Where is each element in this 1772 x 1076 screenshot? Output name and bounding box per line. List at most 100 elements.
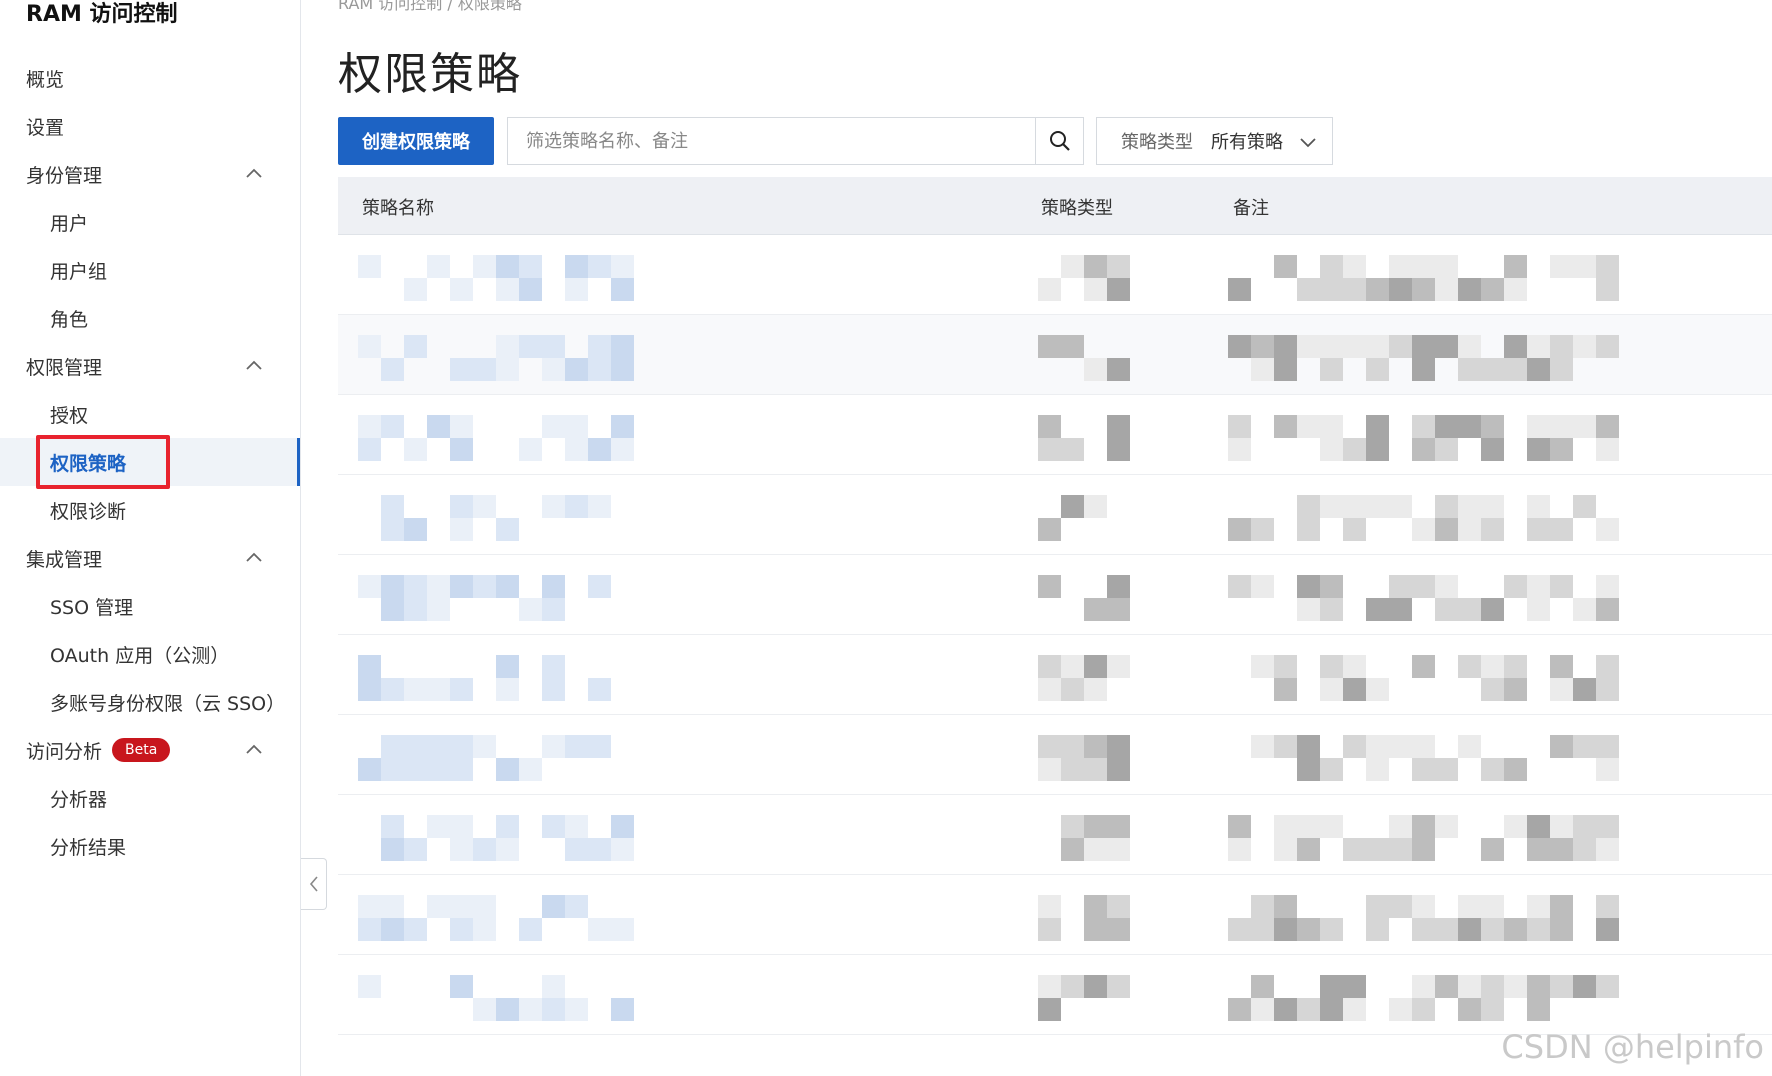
table-row[interactable] bbox=[338, 395, 1772, 475]
redacted-pixel bbox=[1504, 918, 1527, 941]
sidebar-item-diagnostics[interactable]: 权限诊断 bbox=[0, 486, 300, 534]
sidebar-item-analysis-results[interactable]: 分析结果 bbox=[0, 822, 300, 870]
redacted-pixel bbox=[1274, 895, 1297, 918]
table-row[interactable] bbox=[338, 475, 1772, 555]
redacted-pixel bbox=[1412, 918, 1435, 941]
redacted-pixel bbox=[1107, 358, 1130, 381]
redacted-pixel bbox=[1343, 838, 1366, 861]
column-header-name: 策略名称 bbox=[362, 198, 434, 219]
redacted-pixel bbox=[1061, 518, 1084, 541]
redacted-pixel bbox=[1084, 575, 1107, 598]
sidebar-item-overview[interactable]: 概览 bbox=[0, 54, 300, 102]
redacted-pixel bbox=[1343, 895, 1366, 918]
redacted-pixel bbox=[1550, 255, 1573, 278]
redacted-pixel bbox=[358, 518, 381, 541]
policy-type-select[interactable]: 策略类型 所有策略 bbox=[1096, 117, 1333, 165]
redacted-pixel bbox=[1297, 278, 1320, 301]
redacted-pixel bbox=[1412, 678, 1435, 701]
table-row[interactable] bbox=[338, 955, 1772, 1035]
redacted-pixel bbox=[450, 758, 473, 781]
redacted-pixel bbox=[1504, 598, 1527, 621]
sidebar-group-identity[interactable]: 身份管理 bbox=[0, 150, 300, 198]
redacted-pixel bbox=[1320, 415, 1343, 438]
redacted-pixel bbox=[1504, 255, 1527, 278]
sidebar-group-permissions[interactable]: 权限管理 bbox=[0, 342, 300, 390]
sidebar-group-access-analysis[interactable]: 访问分析 Beta bbox=[0, 726, 300, 774]
redacted-pixel bbox=[611, 998, 634, 1021]
redacted-pixel bbox=[1107, 335, 1130, 358]
redacted-pixel bbox=[542, 255, 565, 278]
sidebar-item-policies[interactable]: 权限策略 bbox=[0, 438, 300, 486]
sidebar-item-cloud-sso[interactable]: 多账号身份权限（云 SSO） bbox=[0, 678, 300, 726]
sidebar-item-user-groups[interactable]: 用户组 bbox=[0, 246, 300, 294]
redacted-pixel bbox=[565, 598, 588, 621]
redacted-pixel bbox=[1504, 815, 1527, 838]
redacted-pixel bbox=[1550, 815, 1573, 838]
redacted-pixel bbox=[1389, 335, 1412, 358]
redacted-pixel bbox=[1251, 838, 1274, 861]
sidebar-item-users[interactable]: 用户 bbox=[0, 198, 300, 246]
policy-name-cell[interactable] bbox=[358, 575, 634, 621]
redacted-pixel bbox=[1527, 335, 1550, 358]
redacted-pixel bbox=[1435, 895, 1458, 918]
redacted-pixel bbox=[1228, 918, 1251, 941]
sidebar-item-settings[interactable]: 设置 bbox=[0, 102, 300, 150]
redacted-pixel bbox=[1084, 758, 1107, 781]
policy-name-cell[interactable] bbox=[358, 335, 634, 381]
redacted-pixel bbox=[1343, 598, 1366, 621]
redacted-pixel bbox=[1435, 335, 1458, 358]
redacted-pixel bbox=[519, 815, 542, 838]
table-row[interactable] bbox=[338, 555, 1772, 635]
redacted-pixel bbox=[381, 335, 404, 358]
redacted-pixel bbox=[1458, 975, 1481, 998]
table-row[interactable] bbox=[338, 315, 1772, 395]
redacted-pixel bbox=[542, 358, 565, 381]
policy-name-cell[interactable] bbox=[358, 815, 634, 861]
redacted-pixel bbox=[381, 895, 404, 918]
table-row[interactable] bbox=[338, 715, 1772, 795]
redacted-pixel bbox=[1038, 335, 1061, 358]
table-row[interactable] bbox=[338, 795, 1772, 875]
sidebar-collapse-button[interactable] bbox=[301, 858, 327, 910]
table-row[interactable] bbox=[338, 235, 1772, 315]
search-input[interactable] bbox=[508, 118, 1035, 164]
redacted-pixel bbox=[1107, 575, 1130, 598]
redacted-pixel bbox=[565, 438, 588, 461]
policy-name-cell[interactable] bbox=[358, 975, 634, 1021]
redacted-pixel bbox=[1107, 678, 1130, 701]
redacted-pixel bbox=[1458, 518, 1481, 541]
sidebar-item-label: 权限管理 bbox=[26, 356, 103, 379]
redacted-pixel bbox=[1458, 598, 1481, 621]
sidebar-group-integration[interactable]: 集成管理 bbox=[0, 534, 300, 582]
policy-name-cell[interactable] bbox=[358, 735, 634, 781]
table-row[interactable] bbox=[338, 875, 1772, 955]
redacted-pixel bbox=[1038, 815, 1061, 838]
chevron-left-icon bbox=[309, 876, 318, 892]
redacted-pixel bbox=[1038, 358, 1061, 381]
policy-name-cell[interactable] bbox=[358, 415, 634, 461]
sidebar-item-oauth[interactable]: OAuth 应用（公测） bbox=[0, 630, 300, 678]
redacted-pixel bbox=[1107, 918, 1130, 941]
policy-name-cell[interactable] bbox=[358, 495, 634, 541]
search-button[interactable] bbox=[1035, 118, 1083, 164]
policy-name-cell[interactable] bbox=[358, 655, 634, 701]
redacted-pixel bbox=[1458, 918, 1481, 941]
redacted-pixel bbox=[1343, 438, 1366, 461]
sidebar-item-sso[interactable]: SSO 管理 bbox=[0, 582, 300, 630]
sidebar-item-grants[interactable]: 授权 bbox=[0, 390, 300, 438]
table-row[interactable] bbox=[338, 635, 1772, 715]
redacted-pixel bbox=[1061, 575, 1084, 598]
redacted-pixel bbox=[565, 278, 588, 301]
redacted-pixel bbox=[588, 735, 611, 758]
redacted-pixel bbox=[1251, 598, 1274, 621]
create-policy-button[interactable]: 创建权限策略 bbox=[338, 117, 494, 165]
redacted-pixel bbox=[358, 895, 381, 918]
sidebar-item-analyzer[interactable]: 分析器 bbox=[0, 774, 300, 822]
redacted-pixel bbox=[1481, 918, 1504, 941]
redacted-pixel bbox=[1343, 815, 1366, 838]
redacted-pixel bbox=[1228, 678, 1251, 701]
policy-name-cell[interactable] bbox=[358, 895, 634, 941]
sidebar-item-roles[interactable]: 角色 bbox=[0, 294, 300, 342]
policy-type-cell bbox=[1038, 575, 1130, 621]
policy-name-cell[interactable] bbox=[358, 255, 634, 301]
